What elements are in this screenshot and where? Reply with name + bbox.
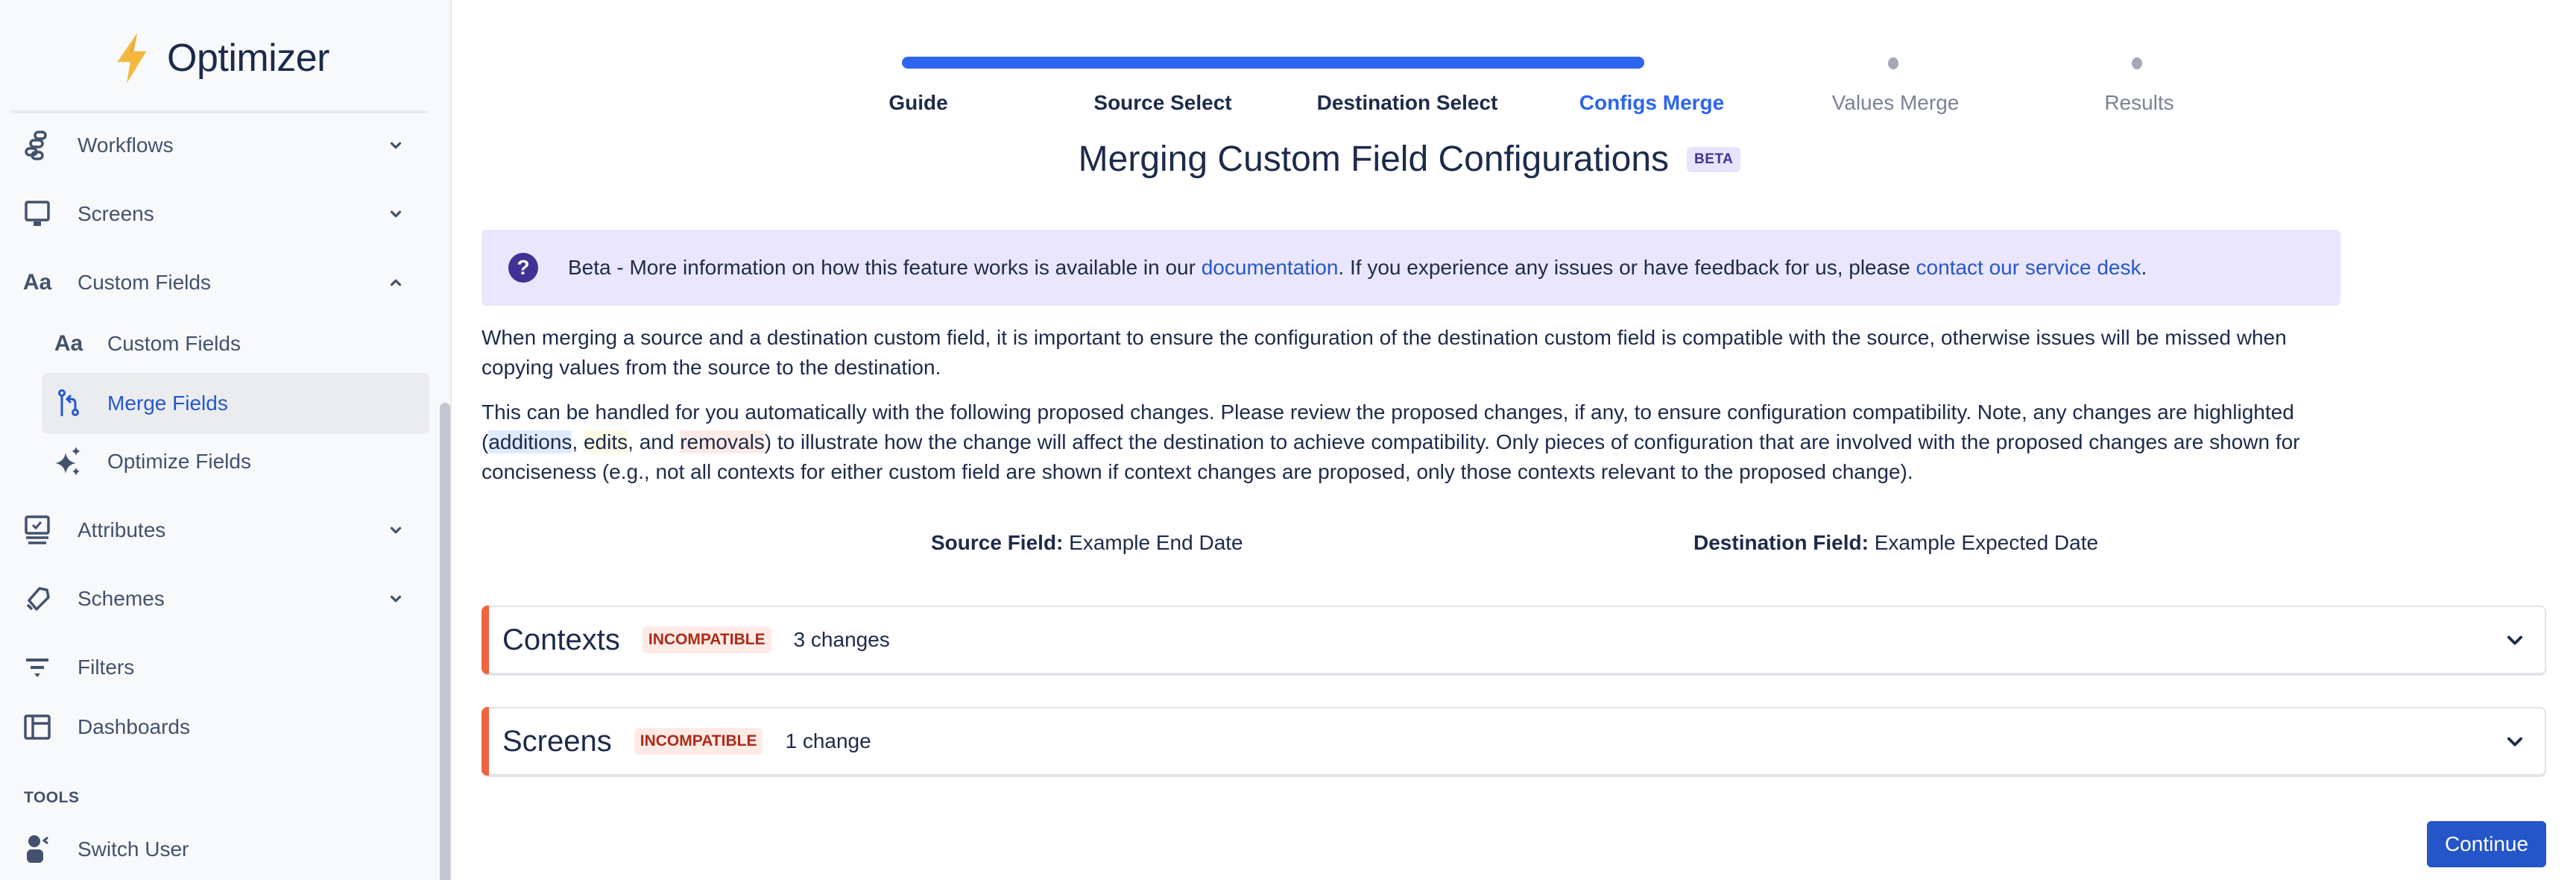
sidebar-item-label: Attributes xyxy=(78,518,166,541)
documentation-link[interactable]: documentation xyxy=(1202,256,1339,279)
monitor-icon xyxy=(24,201,51,227)
beta-badge: BETA xyxy=(1687,146,1741,172)
sidebar-item-custom-fields[interactable]: Aa Custom Fields xyxy=(0,257,432,309)
dashboard-icon xyxy=(24,714,51,741)
sidebar: Optimizer Workflows Screens Aa Custom Fi… xyxy=(0,0,452,880)
filter-icon xyxy=(24,654,51,681)
beta-info-banner: ? Beta - More information on how this fe… xyxy=(482,230,2340,306)
chevron-down-icon[interactable] xyxy=(388,591,404,607)
sidebar-item-switch-user[interactable]: Switch User xyxy=(0,823,432,876)
sidebar-item-label: Dashboards xyxy=(78,715,190,738)
tools-section-title: TOOLS xyxy=(24,789,80,806)
banner-text: . If you experience any issues or have f… xyxy=(1338,256,1916,279)
paragraph-text: , and xyxy=(628,430,681,453)
stepper-progress-bar xyxy=(902,57,1644,69)
text-aa-icon: Aa xyxy=(22,270,52,295)
step-source-select[interactable]: Source Select xyxy=(1093,91,1231,115)
banner-message: Beta - More information on how this feat… xyxy=(568,256,2147,280)
step-dot-results xyxy=(2132,57,2142,69)
step-values-merge: Values Merge xyxy=(1831,91,1960,114)
chevron-up-icon[interactable] xyxy=(388,274,404,291)
sidebar-item-label: Custom Fields xyxy=(78,271,211,294)
sidebar-item-schemes[interactable]: Schemes xyxy=(0,573,432,625)
chevron-down-icon[interactable] xyxy=(2504,629,2525,650)
section-title: Screens xyxy=(502,724,612,758)
sidebar-item-dashboards[interactable]: Dashboards xyxy=(0,701,432,753)
screens-section[interactable]: Screens INCOMPATIBLE 1 change xyxy=(482,707,2546,776)
removals-highlight: removals xyxy=(680,430,765,453)
incompatible-badge: INCOMPATIBLE xyxy=(634,728,763,755)
text-aa-icon: Aa xyxy=(54,331,83,356)
sidebar-item-label: Filters xyxy=(78,656,135,679)
contexts-section[interactable]: Contexts INCOMPATIBLE 3 changes xyxy=(482,606,2546,674)
sidebar-item-attributes[interactable]: Attributes xyxy=(0,504,432,556)
step-destination-select[interactable]: Destination Select xyxy=(1317,91,1498,115)
sidebar-item-label: Schemes xyxy=(78,587,165,610)
step-dot-values-merge xyxy=(1888,57,1898,69)
intro-paragraph-1: When merging a source and a destination … xyxy=(482,326,2287,379)
chevron-down-icon[interactable] xyxy=(2504,731,2525,752)
sidebar-item-filters[interactable]: Filters xyxy=(0,641,432,694)
banner-text: Beta - More information on how this feat… xyxy=(568,256,1202,279)
service-desk-link[interactable]: contact our service desk xyxy=(1916,256,2141,279)
lightning-bolt-icon xyxy=(117,33,147,84)
sparkles-icon xyxy=(55,447,82,476)
source-field-label: Source Field: xyxy=(931,531,1064,554)
incompatible-badge: INCOMPATIBLE xyxy=(642,626,771,653)
banner-text: . xyxy=(2141,256,2147,279)
attributes-icon xyxy=(24,515,51,544)
continue-button[interactable]: Continue xyxy=(2427,821,2546,867)
sidebar-scrollbar[interactable] xyxy=(440,403,450,880)
destination-field-label: Destination Field: xyxy=(1693,531,1869,554)
step-results: Results xyxy=(2104,91,2174,114)
chevron-down-icon[interactable] xyxy=(388,522,404,538)
additions-highlight: additions xyxy=(488,430,572,453)
app-name: Optimizer xyxy=(167,37,329,80)
sidebar-item-label: Optimize Fields xyxy=(107,450,251,473)
question-icon: ? xyxy=(508,253,538,283)
source-field: Source Field: Example End Date xyxy=(931,531,1243,555)
sidebar-divider xyxy=(10,110,428,113)
change-count: 1 change xyxy=(785,729,871,752)
progress-stepper: Guide Source Select Destination Select C… xyxy=(872,0,2184,127)
sidebar-item-label: Merge Fields xyxy=(107,392,228,415)
step-configs-merge[interactable]: Configs Merge xyxy=(1579,91,1724,115)
sidebar-subitem-custom-fields[interactable]: Aa Custom Fields xyxy=(0,318,432,370)
sidebar-subitem-merge-fields[interactable]: Merge Fields xyxy=(42,373,429,434)
paragraph-text: , xyxy=(572,430,584,453)
step-guide[interactable]: Guide xyxy=(888,91,947,115)
merge-icon xyxy=(55,389,82,417)
change-count: 3 changes xyxy=(793,628,890,651)
section-title: Contexts xyxy=(502,623,620,656)
page-title: Merging Custom Field Configurations xyxy=(1078,139,1670,179)
chevron-down-icon[interactable] xyxy=(388,206,404,222)
source-field-value: Example End Date xyxy=(1069,531,1243,554)
app-logo[interactable]: Optimizer xyxy=(112,33,329,84)
edits-highlight: edits xyxy=(583,430,628,453)
sidebar-item-label: Screens xyxy=(78,202,154,225)
destination-field-value: Example Expected Date xyxy=(1874,531,2099,554)
intro-paragraph-2: This can be handled for you automaticall… xyxy=(482,397,2345,487)
sidebar-item-label: Switch User xyxy=(78,837,189,861)
scheme-icon xyxy=(24,585,51,612)
sidebar-item-label: Custom Fields xyxy=(107,332,241,355)
sidebar-subitem-optimize-fields[interactable]: Optimize Fields xyxy=(0,436,432,488)
destination-field: Destination Field: Example Expected Date xyxy=(1693,531,2098,555)
sidebar-item-screens[interactable]: Screens xyxy=(0,188,432,240)
switch-user-icon xyxy=(24,835,51,863)
page-header: Merging Custom Field Configurations BETA xyxy=(0,139,2576,180)
